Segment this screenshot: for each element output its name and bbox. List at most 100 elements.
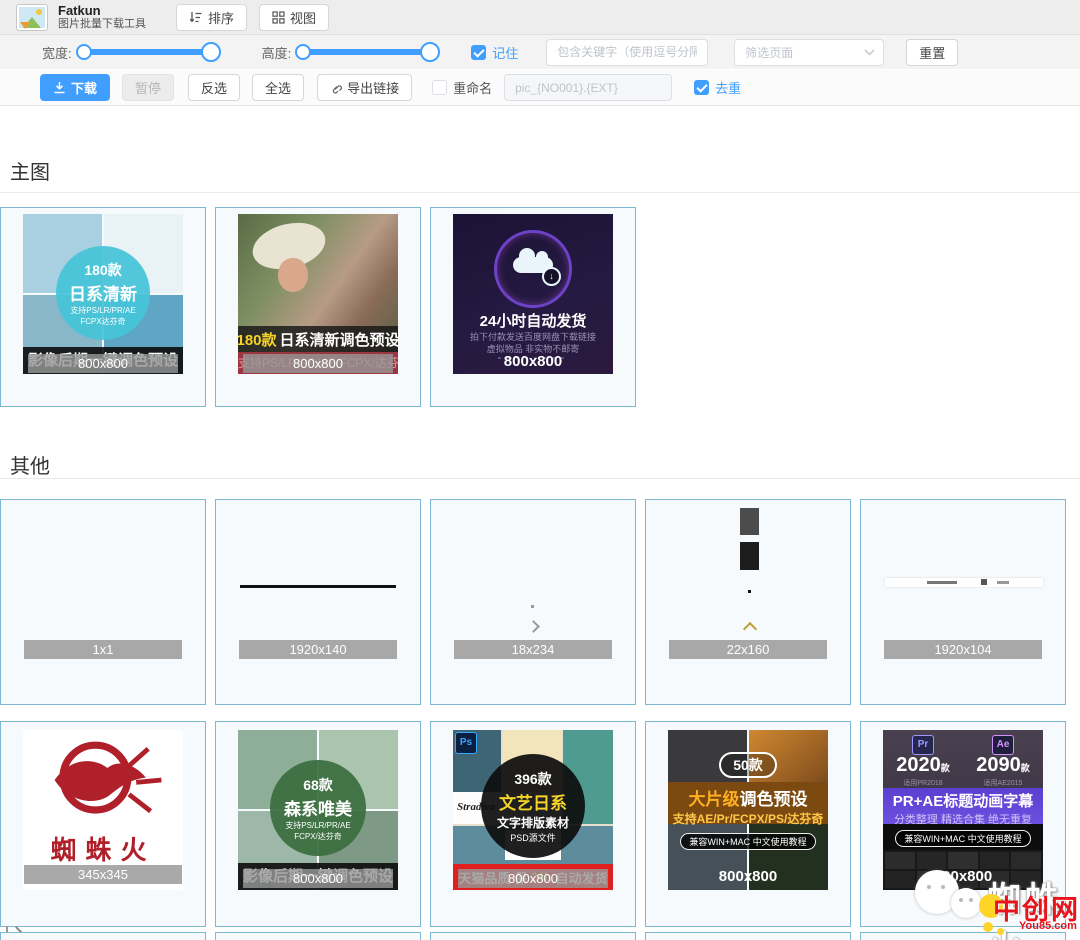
export-links-button[interactable]: 导出链接 (317, 74, 412, 101)
results-area: 主图 180款 日系清新 支持PS/LR/PR/AE FCPX达芬奇 影像后期一… (0, 106, 1080, 940)
card-thumbnail: 180款 日系清新调色预设 支持PS/LR/PR/AE/FCPX/达芬奇 (238, 214, 398, 374)
face-shape (278, 258, 308, 292)
app-subtitle: 图片批量下载工具 (58, 18, 146, 30)
promo-count: 68款 (270, 775, 366, 795)
action-bar: 下载 暂停 反选 全选 导出链接 重命名 去重 (0, 70, 1080, 106)
dedupe-label: 去重 (715, 78, 741, 97)
download-button[interactable]: 下载 (40, 74, 110, 101)
height-range-slider[interactable] (301, 49, 431, 55)
image-card[interactable]: 蜘蛛火 345x345 (0, 721, 206, 927)
grid-view-icon (272, 11, 285, 24)
section-title-other: 其他 (10, 450, 50, 479)
sprite-block (740, 508, 759, 535)
page-filter-placeholder: 筛选页面 (745, 44, 793, 61)
size-badge: 1920x104 (884, 640, 1042, 659)
size-badge: 800x800 (458, 869, 608, 888)
banner-strip (885, 578, 1043, 587)
promo-circle: 180款 日系清新 支持PS/LR/PR/AE FCPX达芬奇 (56, 246, 150, 340)
count-pill-wrap: 50款 (668, 752, 828, 778)
promo-title: 调色预设 (740, 790, 808, 809)
download-icon (53, 81, 66, 94)
spider-fire-logo (45, 734, 165, 826)
image-card[interactable]: 1920x140 (215, 499, 421, 705)
rename-pattern-input[interactable] (504, 74, 672, 101)
promo-title: 文艺日系 (481, 789, 585, 814)
image-card[interactable]: 22x160 (645, 499, 851, 705)
pr-unit: 款 (941, 763, 950, 773)
tiny-dot (531, 605, 534, 608)
size-badge: 800x800 (28, 354, 178, 373)
image-card[interactable]: 180款 日系清新调色预设 支持PS/LR/PR/AE/FCPX/达芬奇 800… (215, 207, 421, 407)
promo-circle: 396款 文艺日系 文字排版素材 PSD源文件 (481, 754, 585, 858)
size-badge: 800x800 (888, 867, 1038, 886)
chevron-down-icon (864, 49, 875, 56)
image-card-partial[interactable] (860, 932, 1066, 940)
image-card[interactable]: Stradiva 396款 文艺日系 文字排版素材 PSD源文件 Ps 天猫品质… (430, 721, 636, 927)
sort-button-label: 排序 (208, 8, 234, 27)
image-card-partial[interactable] (215, 932, 421, 940)
image-card[interactable]: 68款 森系唯美 支持PS/LR/PR/AE FCPX/达芬奇 影像后期一键调色… (215, 721, 421, 927)
aftereffects-icon: Ae (992, 735, 1014, 755)
card-thumbnail: 50款 大片级调色预设 支持AE/Pr/FCPX/PS/达芬奇 兼容WIN+MA… (668, 730, 828, 890)
gradient-ring: ↓ (494, 230, 572, 308)
strip-mark (997, 581, 1009, 584)
rename-checkbox[interactable] (432, 80, 447, 95)
select-all-button[interactable]: 全选 (252, 74, 304, 101)
image-card[interactable]: 18x234 (430, 499, 636, 705)
width-range-slider[interactable] (82, 49, 212, 55)
promo-title: 日系清新调色预设 (280, 329, 398, 350)
image-card[interactable]: Pr 2020款 适用PR2018 Ae 2090款 适用AE2015 PR+A… (860, 721, 1066, 927)
width-slider-max-handle[interactable] (201, 42, 221, 62)
width-slider-min-handle[interactable] (76, 44, 92, 60)
promo-count: 180款 (238, 329, 277, 350)
promo-circle: 68款 森系唯美 支持PS/LR/PR/AE FCPX/达芬奇 (270, 760, 366, 856)
size-badge: 18x234 (454, 640, 612, 659)
size-badge: 800x800 (243, 869, 393, 888)
cloud-arrow-icon: ↓ (542, 267, 561, 286)
promo-sub: 支持PS/LR/PR/AE (56, 305, 150, 316)
sort-icon (189, 11, 203, 24)
ae-note: 适用AE2015 (963, 778, 1043, 788)
keyword-input[interactable] (546, 39, 708, 66)
image-card-partial[interactable] (430, 932, 636, 940)
download-button-label: 下载 (71, 78, 97, 97)
reset-button[interactable]: 重置 (906, 39, 958, 66)
image-card[interactable]: 50款 大片级调色预设 支持AE/Pr/FCPX/PS/达芬奇 兼容WIN+MA… (645, 721, 851, 927)
app-titles: Fatkun 图片批量下载工具 (58, 4, 146, 30)
promo-title: 日系清新 (56, 280, 150, 305)
remember-checkbox[interactable] (471, 45, 486, 60)
strip-mark (927, 581, 957, 584)
image-card[interactable]: 180款 日系清新 支持PS/LR/PR/AE FCPX达芬奇 影像后期一键调色… (0, 207, 206, 407)
invert-selection-button[interactable]: 反选 (188, 74, 240, 101)
promo-sub: FCPX/达芬奇 (270, 831, 366, 842)
compat-pill-wrap: 兼容WIN+MAC 中文使用教程 (668, 832, 828, 850)
promo-sub: 支持PS/LR/PR/AE (270, 820, 366, 831)
banner-line (240, 585, 396, 588)
image-card[interactable]: ↓ 24小时自动发货 拍下付款发送百度网盘下载链接 虚拟物品 非实物不邮寄 80… (430, 207, 636, 407)
pause-button-label: 暂停 (135, 78, 161, 97)
card-thumbnail: 68款 森系唯美 支持PS/LR/PR/AE FCPX/达芬奇 影像后期一键调色… (238, 730, 398, 890)
invert-selection-label: 反选 (201, 78, 227, 97)
card-thumbnail: ↓ 24小时自动发货 拍下付款发送百度网盘下载链接 虚拟物品 非实物不邮寄 (453, 214, 613, 374)
promo-band: 180款 日系清新调色预设 (238, 326, 398, 352)
pr-block: Pr 2020款 适用PR2018 (883, 734, 963, 788)
height-slider-min-handle[interactable] (295, 44, 311, 60)
fatkun-logo-icon (16, 4, 48, 31)
dedupe-checkbox[interactable] (694, 80, 709, 95)
image-card[interactable]: 1x1 (0, 499, 206, 705)
image-card-partial[interactable] (0, 932, 206, 940)
sort-button[interactable]: 排序 (176, 4, 247, 31)
image-card-partial[interactable] (645, 932, 851, 940)
page-filter-select[interactable]: 筛选页面 (734, 39, 884, 66)
tiny-chevron (527, 620, 540, 633)
view-button[interactable]: 视图 (259, 4, 329, 31)
promo-band: PR+AE标题动画字幕 分类整理 精选合集 绝无重复 (883, 788, 1043, 824)
rename-label: 重命名 (453, 78, 492, 97)
export-links-label: 导出链接 (347, 78, 399, 97)
height-slider-max-handle[interactable] (420, 42, 440, 62)
link-icon (330, 82, 342, 94)
promo-title: 24小时自动发货 (453, 310, 613, 331)
image-card[interactable]: 1920x104 (860, 499, 1066, 705)
compat-pill: 兼容WIN+MAC 中文使用教程 (895, 830, 1030, 847)
promo-count: 180款 (56, 260, 150, 280)
